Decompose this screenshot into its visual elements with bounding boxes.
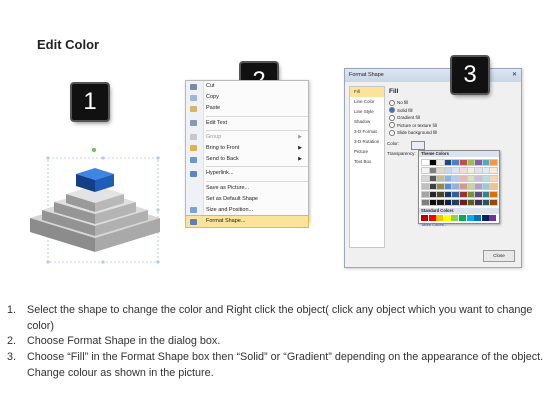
color-swatch[interactable] xyxy=(436,215,444,221)
submenu-arrow-icon: ▶ xyxy=(298,144,302,151)
nav-item-line-color[interactable]: Line Color xyxy=(350,97,384,107)
send-back-icon xyxy=(190,156,197,163)
step-1: 1. Select the shape to change the color a… xyxy=(7,304,533,332)
context-menu: Cut Copy Paste Edit Text Group ▶ Bring to… xyxy=(185,80,309,229)
group-icon xyxy=(190,134,197,141)
color-swatch[interactable] xyxy=(451,215,459,221)
menu-item-format-shape[interactable]: Format Shape... xyxy=(185,215,309,229)
color-picker-button[interactable] xyxy=(411,140,425,150)
step-badge-3: 3 xyxy=(452,57,488,93)
nav-item-shadow[interactable]: Shadow xyxy=(350,117,384,127)
menu-separator xyxy=(206,129,308,131)
standard-swatches xyxy=(419,214,499,223)
close-icon[interactable]: ✕ xyxy=(512,71,517,78)
color-swatch[interactable] xyxy=(489,198,499,207)
radio-solid-fill[interactable]: Solid fill xyxy=(387,107,515,115)
pyramid-shape[interactable] xyxy=(20,140,170,270)
step-2: 2. Choose Format Shape in the dialog box. xyxy=(7,335,221,348)
nav-item-line-style[interactable]: Line Style xyxy=(350,107,384,117)
menu-item-cut[interactable]: Cut xyxy=(186,81,308,92)
nav-item-picture[interactable]: Picture xyxy=(350,147,384,157)
color-swatch[interactable] xyxy=(489,158,499,166)
menu-item-copy[interactable]: Copy xyxy=(186,92,308,103)
radio-slide-bg-fill[interactable]: Slide background fill xyxy=(387,129,515,137)
submenu-arrow-icon: ▶ xyxy=(298,133,302,140)
size-icon xyxy=(190,207,197,214)
page-title: Edit Color xyxy=(37,37,100,52)
step-badge-1: 1 xyxy=(72,84,108,120)
scissors-icon xyxy=(190,83,197,90)
submenu-arrow-icon: ▶ xyxy=(298,156,302,163)
menu-item-paste[interactable]: Paste xyxy=(186,103,308,114)
menu-item-group[interactable]: Group ▶ xyxy=(186,132,308,143)
menu-item-send-to-back[interactable]: Send to Back ▶ xyxy=(186,154,308,165)
menu-separator xyxy=(206,180,308,182)
color-swatch[interactable] xyxy=(489,215,497,221)
radio-picture-fill[interactable]: Picture or texture fill xyxy=(387,122,515,130)
color-label: Color: xyxy=(387,140,400,146)
menu-separator xyxy=(206,166,308,168)
menu-item-size-position[interactable]: Size and Position... xyxy=(186,205,308,216)
nav-item-3d-rotation[interactable]: 3-D Rotation xyxy=(350,137,384,147)
menu-item-edit-text[interactable]: Edit Text xyxy=(186,118,308,129)
transparency-label: Transparency: xyxy=(387,150,416,156)
color-swatch[interactable] xyxy=(481,215,489,221)
more-colors-link[interactable]: More Colors... xyxy=(419,222,499,227)
radio-gradient-fill[interactable]: Gradient fill xyxy=(387,114,515,122)
color-swatch[interactable] xyxy=(428,215,436,221)
edit-text-icon xyxy=(190,120,197,127)
step-3: 3. Choose “Fill” in the Format Shape box … xyxy=(7,351,544,379)
color-swatch[interactable] xyxy=(421,215,428,221)
radio-no-fill[interactable]: No fill xyxy=(387,99,515,107)
nav-item-text-box[interactable]: Text Box xyxy=(350,157,384,167)
color-swatch[interactable] xyxy=(489,182,499,191)
instructions: 1. Select the shape to change the color a… xyxy=(7,303,552,382)
hyperlink-icon xyxy=(190,170,197,177)
rotate-handle[interactable] xyxy=(92,148,96,152)
bring-front-icon xyxy=(190,145,197,152)
theme-swatches xyxy=(419,157,499,208)
pyramid-tiers xyxy=(30,185,160,252)
color-palette-dropdown: Theme Colors Standard Colors More Colors… xyxy=(418,150,500,227)
color-row: Color: Transparency: xyxy=(387,140,515,156)
color-swatch[interactable] xyxy=(458,215,466,221)
fill-panel: Fill No fill Solid fill Gradient fill Pi… xyxy=(387,86,515,156)
color-swatch[interactable] xyxy=(443,215,451,221)
menu-item-save-as-picture[interactable]: Save as Picture... xyxy=(186,183,308,194)
menu-item-set-default-shape[interactable]: Set as Default Shape xyxy=(186,194,308,205)
dialog-title: Format Shape xyxy=(345,69,521,82)
close-button[interactable]: Close xyxy=(483,250,515,262)
color-swatch[interactable] xyxy=(489,166,499,175)
dialog-nav: Fill Line Color Line Style Shadow 3-D Fo… xyxy=(349,86,385,248)
menu-item-hyperlink[interactable]: Hyperlink... xyxy=(186,168,308,179)
color-swatch[interactable] xyxy=(466,215,474,221)
color-swatch[interactable] xyxy=(489,174,499,183)
nav-item-fill[interactable]: Fill xyxy=(350,87,384,97)
pyramid-top-block[interactable] xyxy=(76,168,114,192)
menu-item-bring-to-front[interactable]: Bring to Front ▶ xyxy=(186,143,308,154)
copy-icon xyxy=(190,94,197,101)
color-swatch[interactable] xyxy=(489,190,499,199)
paste-icon xyxy=(190,105,197,112)
nav-item-3d-format[interactable]: 3-D Format xyxy=(350,127,384,137)
format-shape-icon xyxy=(190,218,197,225)
color-swatch[interactable] xyxy=(474,215,482,221)
menu-separator xyxy=(206,115,308,117)
